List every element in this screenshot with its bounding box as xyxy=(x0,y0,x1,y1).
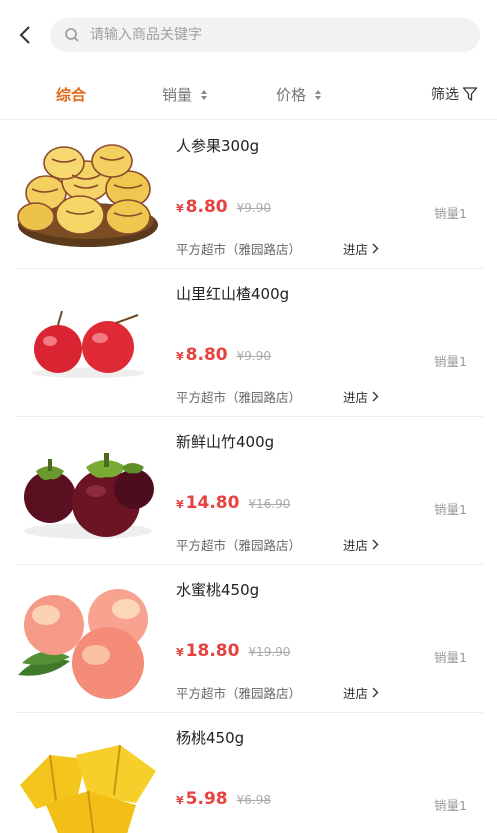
product-price: 8.80 xyxy=(185,197,228,217)
search-input[interactable] xyxy=(90,27,450,43)
product-price: 18.80 xyxy=(185,641,240,661)
price-row: ¥ 18.80 ¥19.90 xyxy=(176,641,290,661)
product-list: 人参果300g ¥ 8.80 ¥9.90 销量1 平方超市（雅园路店） 进店 山… xyxy=(0,121,497,833)
product-name: 山里红山楂400g xyxy=(176,285,290,303)
product-price: 8.80 xyxy=(185,345,228,365)
filter-comprehensive[interactable]: 综合 xyxy=(56,84,86,105)
filter-price[interactable]: 价格 xyxy=(276,84,322,105)
filter-bar: 综合 销量 价格 筛选 xyxy=(0,70,497,120)
enter-shop-label: 进店 xyxy=(343,686,369,701)
shop-name: 平方超市（雅园路店） xyxy=(176,538,302,553)
price-row: ¥ 8.80 ¥9.90 xyxy=(176,345,271,365)
enter-shop-link[interactable]: 进店 xyxy=(343,535,379,554)
sort-icon xyxy=(315,89,322,100)
product-name: 水蜜桃450g xyxy=(176,581,260,599)
price-row: ¥ 8.80 ¥9.90 xyxy=(176,197,271,217)
product-item[interactable]: 山里红山楂400g ¥ 8.80 ¥9.90 销量1 平方超市（雅园路店） 进店 xyxy=(0,269,497,417)
filter-sales-label: 销量 xyxy=(162,86,193,104)
price-row: ¥ 14.80 ¥16.90 xyxy=(176,493,290,513)
original-price: ¥6.98 xyxy=(236,793,271,807)
price-row: ¥ 5.98 ¥6.98 xyxy=(176,789,271,809)
chevron-right-icon xyxy=(372,687,379,698)
enter-shop-label: 进店 xyxy=(343,242,369,257)
original-price: ¥16.90 xyxy=(248,497,291,511)
currency-symbol: ¥ xyxy=(176,646,184,659)
product-item[interactable]: 杨桃450g ¥ 5.98 ¥6.98 销量1 xyxy=(0,713,497,833)
product-name: 杨桃450g xyxy=(176,729,245,747)
funnel-icon xyxy=(462,86,478,102)
product-image-starfruit xyxy=(16,725,160,833)
enter-shop-label: 进店 xyxy=(343,538,369,553)
product-name: 人参果300g xyxy=(176,137,260,155)
product-price: 14.80 xyxy=(185,493,240,513)
enter-shop-link[interactable]: 进店 xyxy=(343,387,379,406)
filter-button-label: 筛选 xyxy=(431,87,459,103)
sales-count: 销量1 xyxy=(434,650,467,665)
product-item[interactable]: 人参果300g ¥ 8.80 ¥9.90 销量1 平方超市（雅园路店） 进店 xyxy=(0,121,497,269)
chevron-right-icon xyxy=(372,539,379,550)
sales-count: 销量1 xyxy=(434,798,467,813)
back-button[interactable] xyxy=(12,22,38,48)
enter-shop-link[interactable]: 进店 xyxy=(343,683,379,702)
product-item[interactable]: 新鲜山竹400g ¥ 14.80 ¥16.90 销量1 平方超市（雅园路店） 进… xyxy=(0,417,497,565)
product-name: 新鲜山竹400g xyxy=(176,433,275,451)
sales-count: 销量1 xyxy=(434,206,467,221)
product-image-mangosteen xyxy=(16,429,160,553)
product-image-pepino-melon xyxy=(16,133,160,257)
search-bar[interactable] xyxy=(50,18,480,52)
shop-name: 平方超市（雅园路店） xyxy=(176,242,302,257)
filter-comprehensive-label: 综合 xyxy=(56,86,87,104)
sales-count: 销量1 xyxy=(434,354,467,369)
chevron-right-icon xyxy=(372,243,379,254)
filter-price-label: 价格 xyxy=(276,86,307,104)
search-icon xyxy=(64,26,82,44)
currency-symbol: ¥ xyxy=(176,794,184,807)
back-arrow-icon xyxy=(19,26,30,44)
product-item[interactable]: 水蜜桃450g ¥ 18.80 ¥19.90 销量1 平方超市（雅园路店） 进店 xyxy=(0,565,497,713)
original-price: ¥19.90 xyxy=(248,645,291,659)
chevron-right-icon xyxy=(372,391,379,402)
product-price: 5.98 xyxy=(185,789,228,809)
currency-symbol: ¥ xyxy=(176,202,184,215)
shop-name: 平方超市（雅园路店） xyxy=(176,686,302,701)
original-price: ¥9.90 xyxy=(236,349,271,363)
currency-symbol: ¥ xyxy=(176,350,184,363)
filter-button[interactable]: 筛选 xyxy=(431,84,478,104)
enter-shop-link[interactable]: 进店 xyxy=(343,239,379,258)
currency-symbol: ¥ xyxy=(176,498,184,511)
enter-shop-label: 进店 xyxy=(343,390,369,405)
sales-count: 销量1 xyxy=(434,502,467,517)
original-price: ¥9.90 xyxy=(236,201,271,215)
shop-name: 平方超市（雅园路店） xyxy=(176,390,302,405)
top-bar xyxy=(0,0,497,70)
filter-sales[interactable]: 销量 xyxy=(162,84,208,105)
product-image-peach xyxy=(16,577,160,701)
product-image-hawthorn xyxy=(16,281,160,405)
sort-icon xyxy=(201,89,208,100)
